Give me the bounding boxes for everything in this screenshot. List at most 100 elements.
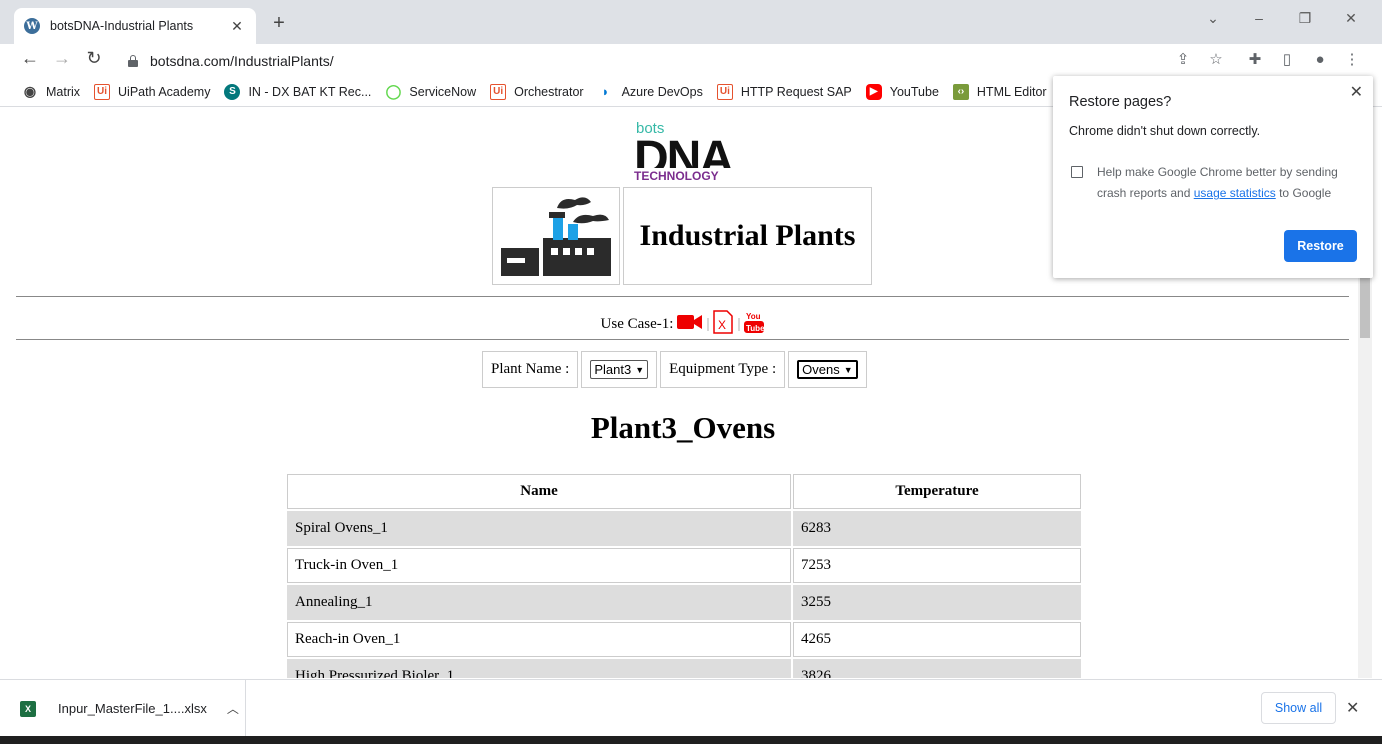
factory-icon — [492, 187, 620, 285]
wordpress-icon: W — [24, 18, 40, 34]
divider — [16, 296, 1349, 297]
extensions-icon[interactable]: ✚ — [1244, 49, 1266, 71]
download-filename: Inpur_MasterFile_1....xlsx — [58, 701, 207, 716]
botsdna-logo[interactable]: bots DNA TECHNOLOGY — [634, 120, 734, 184]
page-header: Industrial Plants — [492, 187, 872, 285]
browser-tab[interactable]: W botsDNA-Industrial Plants ✕ — [14, 8, 256, 44]
cell-temperature: 4265 — [793, 622, 1081, 657]
youtube-icon: ▶ — [865, 83, 882, 100]
plant-name-value: Plant3 — [594, 362, 632, 377]
servicenow-icon: ◯ — [385, 83, 402, 99]
divider — [16, 339, 1349, 340]
taskbar — [0, 736, 1382, 744]
equipment-type-cell: Ovens ▼ — [788, 351, 867, 388]
equipment-type-select[interactable]: Ovens ▼ — [797, 360, 858, 379]
table-row: Reach-in Oven_1 4265 — [287, 622, 1081, 657]
bookmark-label: Azure DevOps — [621, 84, 703, 99]
cell-name: Reach-in Oven_1 — [287, 622, 791, 657]
bookmark-servicenow[interactable]: ◯ ServiceNow — [385, 83, 477, 100]
logo-technology: TECHNOLOGY — [634, 169, 719, 183]
bookmark-label: Orchestrator — [514, 84, 584, 99]
equipment-type-label: Equipment Type : — [660, 351, 786, 388]
back-icon[interactable]: ← — [18, 48, 42, 69]
table-row: Truck-in Oven_1 7253 — [287, 548, 1081, 583]
close-downloads-icon[interactable]: ✕ — [1346, 698, 1359, 718]
close-tab-icon[interactable]: ✕ — [228, 18, 246, 35]
svg-text:Tube: Tube — [746, 324, 765, 333]
url-text: botsdna.com/IndustrialPlants/ — [150, 53, 334, 69]
bookmark-label: ServiceNow — [409, 84, 477, 99]
show-all-button[interactable]: Show all — [1261, 692, 1336, 724]
bookmark-uipath-academy[interactable]: Ui UiPath Academy — [94, 83, 211, 100]
cell-temperature: 3826 — [793, 659, 1081, 678]
forward-icon[interactable]: → — [50, 48, 74, 69]
menu-icon[interactable]: ⋮ — [1341, 49, 1363, 71]
new-tab-icon[interactable]: + — [268, 12, 290, 35]
bookmark-label: YouTube — [889, 84, 939, 99]
bookmark-matrix[interactable]: ◉ Matrix — [22, 83, 80, 100]
bookmark-http-request-sap[interactable]: Ui HTTP Request SAP — [716, 83, 852, 100]
crash-report-checkbox[interactable] — [1071, 166, 1083, 178]
page-title: Industrial Plants — [623, 187, 872, 285]
bookmark-azure-devops[interactable]: ◗ Azure DevOps — [598, 84, 703, 100]
tab-search-icon[interactable]: ⌄ — [1199, 10, 1227, 27]
restore-pages-popup: Restore pages? ✕ Chrome didn't shut down… — [1053, 76, 1373, 278]
table-header-row: Name Temperature — [287, 474, 1081, 509]
svg-text:X: X — [718, 318, 726, 332]
address-bar[interactable]: botsdna.com/IndustrialPlants/ — [116, 48, 1236, 74]
profile-icon[interactable]: ● — [1309, 49, 1331, 71]
cell-name: High Pressurized Bioler_1 — [287, 659, 791, 678]
minimize-icon[interactable]: – — [1245, 10, 1273, 26]
column-header-name: Name — [287, 474, 791, 509]
cell-name: Annealing_1 — [287, 585, 791, 620]
cell-name: Truck-in Oven_1 — [287, 548, 791, 583]
excel-file-icon[interactable]: X — [712, 310, 734, 339]
downloads-bar: X Inpur_MasterFile_1....xlsx ︿ Show all … — [0, 679, 1382, 737]
bookmark-label: UiPath Academy — [118, 84, 211, 99]
column-header-temperature: Temperature — [793, 474, 1081, 509]
azure-devops-icon: ◗ — [601, 84, 610, 99]
cell-temperature: 3255 — [793, 585, 1081, 620]
tab-strip: W botsDNA-Industrial Plants ✕ + ⌄ – ❐ ✕ — [0, 0, 1382, 44]
youtube-icon[interactable]: You Tube — [743, 310, 766, 339]
filter-row: Plant Name : Plant3 ▼ Equipment Type : Ov… — [482, 351, 867, 388]
restore-window-icon[interactable]: ❐ — [1291, 10, 1319, 27]
chevron-up-icon[interactable]: ︿ — [227, 700, 239, 717]
sharepoint-icon: S — [224, 83, 241, 100]
close-window-icon[interactable]: ✕ — [1337, 10, 1365, 27]
uipath-icon: Ui — [490, 83, 507, 100]
side-panel-icon[interactable]: ▯ — [1276, 49, 1298, 71]
restore-button[interactable]: Restore — [1284, 230, 1357, 262]
bookmark-label: HTTP Request SAP — [740, 84, 852, 99]
excel-icon: X — [20, 700, 36, 717]
bookmark-html-editor[interactable]: ‹› HTML Editor — [952, 83, 1047, 100]
equipment-table: Name Temperature Spiral Ovens_1 6283 Truc… — [285, 472, 1083, 678]
share-icon[interactable]: ⇪ — [1172, 49, 1194, 71]
cell-name: Spiral Ovens_1 — [287, 511, 791, 546]
bookmark-label: IN - DX BAT KT Rec... — [248, 84, 372, 99]
equipment-type-value: Ovens — [802, 362, 840, 377]
bookmark-youtube[interactable]: ▶ YouTube — [865, 83, 939, 100]
cell-temperature: 7253 — [793, 548, 1081, 583]
bookmark-orchestrator[interactable]: Ui Orchestrator — [490, 83, 584, 100]
globe-icon: ◉ — [23, 83, 37, 99]
download-item[interactable]: X Inpur_MasterFile_1....xlsx ︿ — [20, 680, 246, 737]
section-heading: Plant3_Ovens — [590, 410, 776, 445]
logo-dna: DNA — [634, 132, 732, 168]
plant-name-select[interactable]: Plant3 ▼ — [590, 360, 649, 379]
close-popup-icon[interactable]: ✕ — [1350, 82, 1363, 102]
separator: | — [737, 316, 741, 332]
reload-icon[interactable]: ↻ — [82, 48, 106, 69]
bookmark-dx-bat[interactable]: S IN - DX BAT KT Rec... — [224, 83, 372, 100]
checkbox-label: Help make Google Chrome better by sendin… — [1097, 162, 1357, 204]
tab-title: botsDNA-Industrial Plants — [50, 19, 194, 33]
bookmark-star-icon[interactable]: ☆ — [1205, 49, 1227, 71]
chevron-down-icon: ▼ — [635, 364, 645, 375]
table-row: Annealing_1 3255 — [287, 585, 1081, 620]
table-row: High Pressurized Bioler_1 3826 — [287, 659, 1081, 678]
html-editor-icon: ‹› — [952, 83, 969, 100]
checkbox-text: to Google — [1275, 186, 1332, 200]
video-camera-icon[interactable] — [677, 313, 703, 336]
usage-statistics-link[interactable]: usage statistics — [1194, 186, 1276, 200]
popup-message: Chrome didn't shut down correctly. — [1069, 124, 1261, 138]
